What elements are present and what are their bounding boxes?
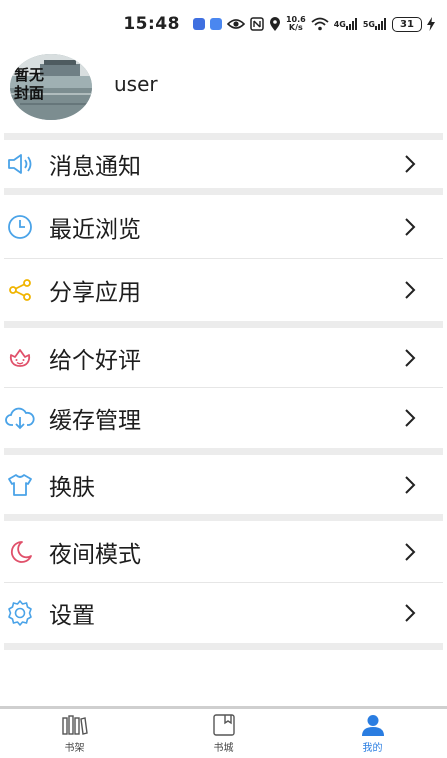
group-separator: [4, 514, 443, 521]
tab-bookstore[interactable]: 书城: [149, 709, 298, 758]
signal-label-1: 4G: [333, 19, 346, 29]
menu-item-cache[interactable]: 缓存管理: [4, 388, 443, 448]
menu-item-label: 缓存管理: [49, 408, 141, 434]
net-speed-unit: K/s: [288, 23, 303, 32]
book-store-icon: [211, 713, 237, 737]
chevron-right-icon: [399, 346, 421, 370]
menu-item-theme[interactable]: 换肤: [4, 455, 443, 514]
tab-label: 书架: [64, 743, 85, 754]
clock-icon: [4, 211, 36, 243]
menu-item-label: 消息通知: [49, 154, 141, 180]
wifi-icon: [311, 17, 329, 31]
menu-item-label: 最近浏览: [49, 216, 141, 243]
avatar[interactable]: 暂无封面: [10, 54, 92, 120]
group-separator: [4, 188, 443, 195]
settings-menu: 消息通知 最近浏览 分享应用 给个好评 缓存管理 换肤 夜间模式 设置: [4, 133, 443, 650]
username: user: [114, 72, 158, 96]
menu-item-night-mode[interactable]: 夜间模式: [4, 521, 443, 582]
flower-icon: [4, 342, 36, 374]
cloud-download-icon: [4, 402, 36, 434]
bookshelf-icon: [61, 713, 88, 737]
menu-item-label: 给个好评: [49, 347, 141, 374]
signal-icon-2: 5G: [363, 18, 387, 30]
net-speed: 10.6 K/s: [286, 16, 306, 32]
chevron-right-icon: [399, 152, 421, 176]
avatar-placeholder-text: 暂无封面: [14, 66, 45, 102]
gear-icon: [4, 597, 36, 629]
signal-icon-1: 4G: [334, 18, 358, 30]
user-icon: [360, 713, 386, 737]
tab-label: 书城: [213, 743, 234, 754]
tab-bookshelf[interactable]: 书架: [0, 709, 149, 758]
menu-item-label: 换肤: [49, 474, 95, 501]
group-separator: [4, 448, 443, 455]
tab-label: 我的: [362, 743, 383, 754]
chevron-right-icon: [399, 473, 421, 497]
menu-item-rate[interactable]: 给个好评: [4, 328, 443, 387]
status-time: 15:48: [123, 14, 180, 34]
speaker-icon: [4, 148, 36, 180]
moon-icon: [4, 536, 36, 568]
battery-icon: 31: [392, 16, 422, 32]
menu-item-notifications[interactable]: 消息通知: [4, 140, 443, 188]
chevron-right-icon: [399, 278, 421, 302]
app-notification-icon-2: [209, 18, 222, 30]
status-bar: 15:48 10.6 K/s 4G 5G 31: [0, 0, 447, 48]
group-separator: [4, 321, 443, 328]
battery-level: 31: [400, 18, 414, 30]
charging-icon: [427, 17, 435, 31]
group-separator: [4, 133, 443, 140]
group-separator: [4, 643, 443, 650]
chevron-right-icon: [399, 540, 421, 564]
eye-icon: [226, 18, 245, 30]
share-icon: [4, 274, 36, 306]
menu-item-share[interactable]: 分享应用: [4, 259, 443, 321]
tab-mine[interactable]: 我的: [298, 709, 447, 758]
signal-label-2: 5G: [362, 19, 375, 29]
menu-item-label: 分享应用: [49, 280, 141, 306]
menu-item-label: 设置: [49, 603, 95, 629]
tshirt-icon: [4, 469, 36, 501]
app-notification-icon: [192, 18, 205, 30]
menu-item-recent[interactable]: 最近浏览: [4, 195, 443, 258]
menu-item-label: 夜间模式: [49, 541, 141, 568]
chevron-right-icon: [399, 601, 421, 625]
location-icon: [269, 16, 281, 32]
menu-item-settings[interactable]: 设置: [4, 583, 443, 643]
nfc-icon: [250, 17, 264, 31]
chevron-right-icon: [399, 215, 421, 239]
profile-header[interactable]: 暂无封面 user: [0, 52, 447, 132]
bottom-nav: 书架 书城 我的: [0, 706, 447, 758]
chevron-right-icon: [399, 406, 421, 430]
